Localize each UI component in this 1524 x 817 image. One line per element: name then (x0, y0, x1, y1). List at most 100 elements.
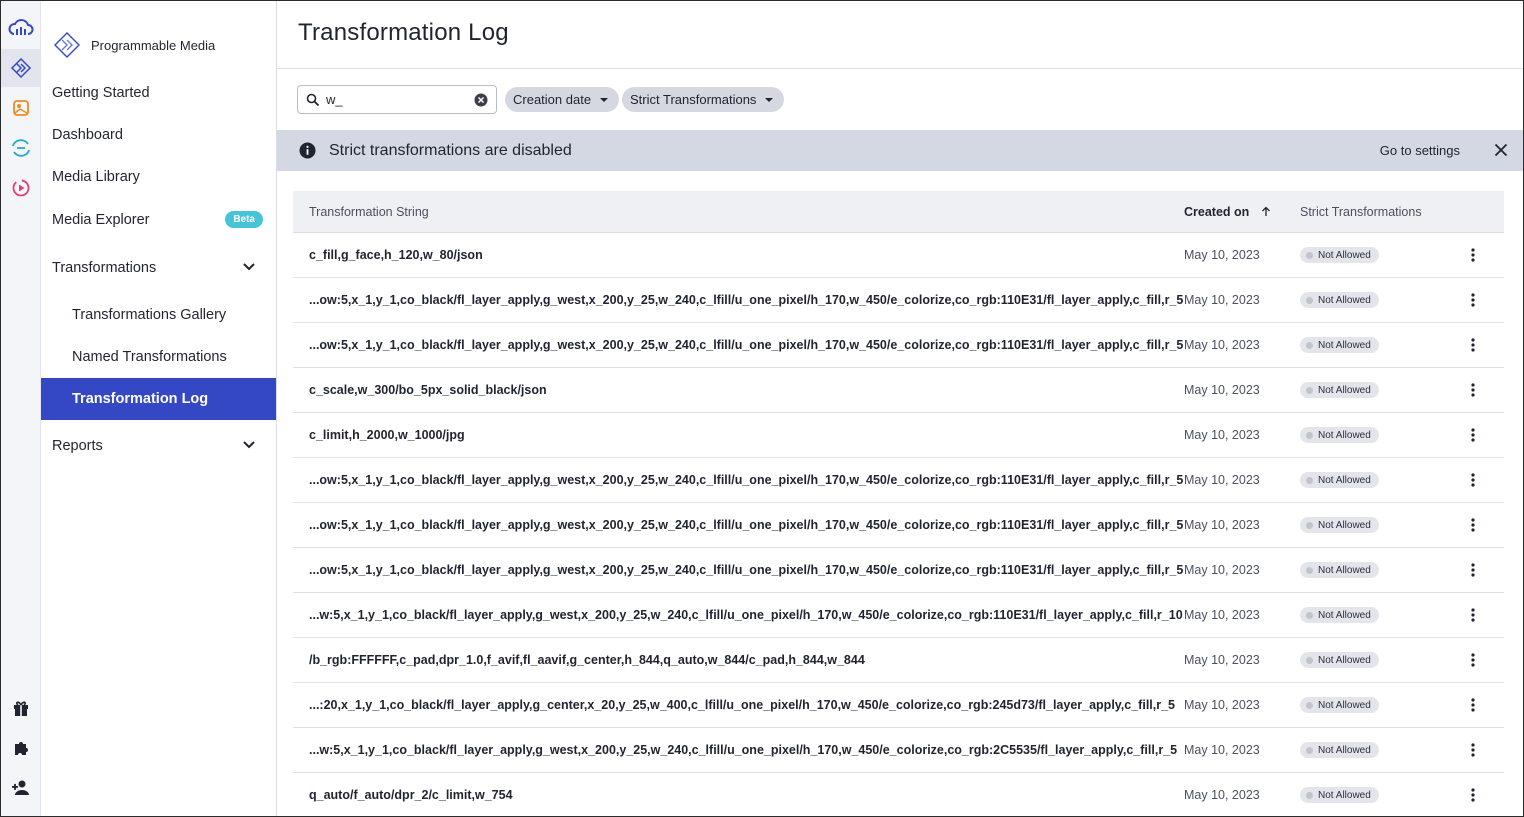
sidebar: Programmable Media Getting Started Dashb… (41, 1, 277, 816)
more-vertical-icon (1471, 743, 1475, 757)
column-header-transformation-string: Transformation String (309, 205, 429, 219)
status-dot (1306, 431, 1313, 439)
sidebar-item-label: Transformations (52, 260, 157, 276)
row-actions-button[interactable] (1463, 245, 1483, 265)
clear-search-icon[interactable] (474, 93, 488, 107)
row-actions-button[interactable] (1463, 380, 1483, 400)
more-vertical-icon (1471, 383, 1475, 397)
row-actions-button[interactable] (1463, 740, 1483, 760)
transformation-string-cell[interactable]: ...:20,x_1,y_1,co_black/fl_layer_apply,g… (309, 698, 1175, 712)
table-row[interactable]: ...ow:5,x_1,y_1,co_black/fl_layer_apply,… (293, 278, 1504, 323)
row-actions-button[interactable] (1463, 605, 1483, 625)
sidebar-item-media-explorer[interactable]: Media Explorer Beta (41, 199, 276, 241)
transformation-string-cell[interactable]: ...w:5,x_1,y_1,co_black/fl_layer_apply,g… (309, 743, 1177, 757)
status-badge-label: Not Allowed (1318, 789, 1371, 801)
programmable-media-icon[interactable] (1, 49, 40, 87)
sidebar-item-named-transformations[interactable]: Named Transformations (41, 336, 276, 378)
sidebar-item-dashboard[interactable]: Dashboard (41, 114, 276, 156)
transformation-string-cell[interactable]: ...ow:5,x_1,y_1,co_black/fl_layer_apply,… (309, 293, 1183, 307)
more-vertical-icon (1471, 293, 1475, 307)
table-row[interactable]: /b_rgb:FFFFFF,c_pad,dpr_1.0,f_avif,fl_aa… (293, 638, 1504, 683)
sidebar-item-transformations[interactable]: Transformations (41, 247, 276, 289)
row-actions-button[interactable] (1463, 785, 1483, 805)
more-vertical-icon (1471, 473, 1475, 487)
status-badge: Not Allowed (1300, 472, 1379, 488)
cloud-logo-icon[interactable] (1, 9, 40, 47)
sidebar-item-label: Getting Started (52, 85, 150, 101)
sidebar-item-transformations-gallery[interactable]: Transformations Gallery (41, 294, 276, 336)
row-actions-button[interactable] (1463, 650, 1483, 670)
search-input[interactable] (326, 92, 466, 107)
page-title: Transformation Log (298, 19, 509, 46)
created-on-cell: May 10, 2023 (1184, 653, 1260, 667)
sidebar-item-transformation-log[interactable]: Transformation Log (41, 378, 276, 420)
table-row[interactable]: q_auto/f_auto/dpr_2/c_limit,w_754 May 10,… (293, 773, 1504, 816)
creation-date-filter[interactable]: Creation date (505, 87, 620, 112)
row-actions-button[interactable] (1463, 515, 1483, 535)
row-actions-button[interactable] (1463, 335, 1483, 355)
table-row[interactable]: c_fill,g_face,h_120,w_80/json May 10, 202… (293, 233, 1504, 278)
row-actions-button[interactable] (1463, 290, 1483, 310)
column-header-created-on[interactable]: Created on (1184, 205, 1271, 219)
status-badge-label: Not Allowed (1318, 519, 1371, 531)
table-row[interactable]: ...:20,x_1,y_1,co_black/fl_layer_apply,g… (293, 683, 1504, 728)
transformation-string-cell[interactable]: /b_rgb:FFFFFF,c_pad,dpr_1.0,f_avif,fl_aa… (309, 653, 865, 667)
row-actions-button[interactable] (1463, 560, 1483, 580)
table-row[interactable]: ...w:5,x_1,y_1,co_black/fl_layer_apply,g… (293, 593, 1504, 638)
status-dot (1306, 521, 1313, 529)
transformation-string-cell[interactable]: ...ow:5,x_1,y_1,co_black/fl_layer_apply,… (309, 518, 1183, 532)
transformation-string-cell[interactable]: ...ow:5,x_1,y_1,co_black/fl_layer_apply,… (309, 563, 1183, 577)
chevron-down-icon (243, 441, 255, 449)
transformation-string-cell[interactable]: c_limit,h_2000,w_1000/jpg (309, 428, 465, 442)
table-row[interactable]: ...ow:5,x_1,y_1,co_black/fl_layer_apply,… (293, 503, 1504, 548)
transformation-string-cell[interactable]: ...ow:5,x_1,y_1,co_black/fl_layer_apply,… (309, 338, 1183, 352)
column-header-created-on-label: Created on (1184, 205, 1250, 219)
transformation-string-cell[interactable]: c_fill,g_face,h_120,w_80/json (309, 248, 483, 262)
table-row[interactable]: ...w:5,x_1,y_1,co_black/fl_layer_apply,g… (293, 728, 1504, 773)
created-on-cell: May 10, 2023 (1184, 518, 1260, 532)
created-on-cell: May 10, 2023 (1184, 338, 1260, 352)
status-dot (1306, 791, 1313, 799)
add-user-icon[interactable] (1, 769, 40, 807)
strict-transformations-filter-label: Strict Transformations (630, 92, 757, 107)
puzzle-icon[interactable] (1, 729, 40, 767)
gift-icon[interactable] (1, 689, 40, 727)
table-row[interactable]: ...ow:5,x_1,y_1,co_black/fl_layer_apply,… (293, 323, 1504, 368)
table-row[interactable]: ...ow:5,x_1,y_1,co_black/fl_layer_apply,… (293, 458, 1504, 503)
row-actions-button[interactable] (1463, 470, 1483, 490)
video-icon[interactable] (1, 169, 40, 207)
status-badge: Not Allowed (1300, 742, 1379, 758)
status-badge-label: Not Allowed (1318, 339, 1371, 351)
transformation-string-cell[interactable]: c_scale,w_300/bo_5px_solid_black/json (309, 383, 547, 397)
sidebar-item-reports[interactable]: Reports (41, 425, 276, 467)
transformation-string-cell[interactable]: ...w:5,x_1,y_1,co_black/fl_layer_apply,g… (309, 608, 1183, 622)
table-row[interactable]: c_scale,w_300/bo_5px_solid_black/json May… (293, 368, 1504, 413)
sidebar-brand[interactable]: Programmable Media (53, 31, 215, 59)
search-box[interactable] (297, 85, 497, 114)
table-header: Transformation String Created on Strict … (293, 191, 1504, 233)
status-badge-label: Not Allowed (1318, 609, 1371, 621)
table-row[interactable]: c_limit,h_2000,w_1000/jpg May 10, 2023 Not… (293, 413, 1504, 458)
transformation-string-cell[interactable]: q_auto/f_auto/dpr_2/c_limit,w_754 (309, 788, 513, 802)
status-dot (1306, 656, 1313, 664)
sidebar-item-media-library[interactable]: Media Library (41, 156, 276, 198)
row-actions-button[interactable] (1463, 695, 1483, 715)
created-on-cell: May 10, 2023 (1184, 293, 1260, 307)
table-row[interactable]: ...ow:5,x_1,y_1,co_black/fl_layer_apply,… (293, 548, 1504, 593)
strict-transformations-filter[interactable]: Strict Transformations (622, 87, 785, 112)
close-icon[interactable] (1494, 143, 1508, 157)
created-on-cell: May 10, 2023 (1184, 563, 1260, 577)
transformation-string-cell[interactable]: ...ow:5,x_1,y_1,co_black/fl_layer_apply,… (309, 473, 1183, 487)
more-vertical-icon (1471, 788, 1475, 802)
digital-asset-management-icon[interactable] (1, 89, 40, 127)
status-dot (1306, 701, 1313, 709)
more-vertical-icon (1471, 518, 1475, 532)
status-badge-label: Not Allowed (1318, 744, 1371, 756)
divider (277, 68, 1523, 69)
go-to-settings-link[interactable]: Go to settings (1380, 143, 1460, 158)
row-actions-button[interactable] (1463, 425, 1483, 445)
sync-icon[interactable] (1, 129, 40, 167)
search-icon (306, 93, 320, 106)
sidebar-item-getting-started[interactable]: Getting Started (41, 72, 276, 114)
status-badge: Not Allowed (1300, 247, 1379, 263)
